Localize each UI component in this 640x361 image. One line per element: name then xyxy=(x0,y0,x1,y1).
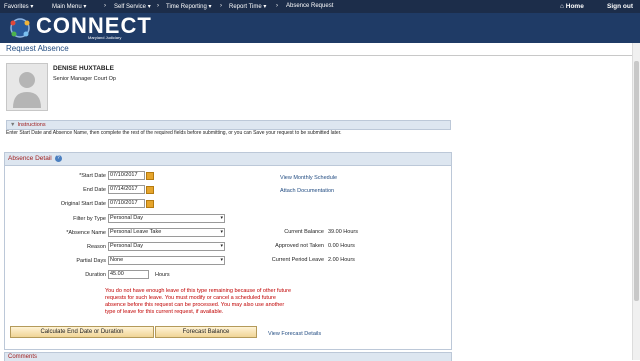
favorites-label: Favorites xyxy=(4,4,29,10)
start-date-input[interactable]: 07/10/2017 xyxy=(108,171,145,180)
header-banner: CONNECT Maryland Judiciary xyxy=(0,13,640,43)
self-service-label: Self Service xyxy=(114,4,147,10)
breadcrumb-separator-icon: › xyxy=(104,3,106,9)
top-navigation-bar: Favorites ▾ Main Menu ▾ › Self Service ▾… xyxy=(0,0,640,13)
instructions-text: Enter Start Date and Absence Name, then … xyxy=(6,130,342,136)
comments-title: Comments xyxy=(8,354,38,360)
current-balance-value: 39.00 Hours xyxy=(328,229,358,235)
filter-by-type-select[interactable]: Personal Day ▾ xyxy=(108,214,225,223)
partial-days-select[interactable]: None ▾ xyxy=(108,256,225,265)
partial-days-value: None xyxy=(110,257,124,263)
chevron-down-icon: ▾ xyxy=(263,4,267,10)
breadcrumb-separator-icon: › xyxy=(157,3,159,9)
report-time-menu[interactable]: Report Time ▾ xyxy=(229,3,266,10)
instructions-header[interactable]: ▼ Instructions xyxy=(6,120,451,130)
calculate-end-date-button[interactable]: Calculate End Date or Duration xyxy=(10,326,154,338)
main-menu[interactable]: Main Menu ▾ xyxy=(52,3,86,10)
avatar xyxy=(6,63,48,111)
chevron-down-icon: ▾ xyxy=(147,4,151,10)
sign-out-link[interactable]: Sign out xyxy=(607,3,633,10)
scrollbar[interactable] xyxy=(632,43,640,360)
view-monthly-schedule-link[interactable]: View Monthly Schedule xyxy=(280,175,337,181)
reason-value: Personal Day xyxy=(110,243,144,249)
attach-documentation-link[interactable]: Attach Documentation xyxy=(280,188,334,194)
current-balance-label: Current Balance xyxy=(284,229,324,235)
dropdown-arrow-icon: ▾ xyxy=(220,257,223,263)
end-date-label: End Date xyxy=(83,187,106,193)
dropdown-arrow-icon: ▾ xyxy=(220,243,223,249)
duration-input[interactable]: 45.00 xyxy=(108,270,149,279)
absence-request-breadcrumb[interactable]: Absence Request xyxy=(286,3,333,9)
view-forecast-details-link[interactable]: View Forecast Details xyxy=(268,331,321,337)
absence-name-label: *Absence Name xyxy=(66,230,106,236)
filter-by-type-value: Personal Day xyxy=(110,215,144,221)
end-date-input[interactable]: 07/14/2017 xyxy=(108,185,145,194)
self-service-menu[interactable]: Self Service ▾ xyxy=(114,3,151,10)
help-icon[interactable]: ? xyxy=(54,154,62,162)
logo-subtitle: Maryland Judiciary xyxy=(88,35,122,40)
absence-name-select[interactable]: Personal Leave Take ▾ xyxy=(108,228,225,237)
original-start-date-label: Original Start Date xyxy=(60,201,106,207)
insufficient-leave-warning: You do not have enough leave of this typ… xyxy=(105,288,292,315)
reason-label: Reason xyxy=(87,244,106,250)
calendar-icon[interactable] xyxy=(146,172,154,180)
dropdown-arrow-icon: ▾ xyxy=(220,215,223,221)
calendar-icon[interactable] xyxy=(146,200,154,208)
partial-days-label: Partial Days xyxy=(76,258,106,264)
absence-detail-title: Absence Detail xyxy=(8,155,52,162)
employee-role: Senior Manager Court Op xyxy=(53,76,116,82)
duration-label: Duration xyxy=(85,272,106,278)
main-menu-label: Main Menu xyxy=(52,4,82,10)
duration-unit: Hours xyxy=(155,272,170,278)
current-period-leave-value: 2.00 Hours xyxy=(328,257,355,263)
connect-logo-icon xyxy=(10,18,30,38)
forecast-balance-button[interactable]: Forecast Balance xyxy=(155,326,257,338)
favorites-menu[interactable]: Favorites ▾ xyxy=(4,3,33,10)
time-reporting-label: Time Reporting xyxy=(166,4,207,10)
chevron-down-icon: ▾ xyxy=(83,4,87,10)
home-link[interactable]: ⌂ Home xyxy=(560,3,584,10)
reason-select[interactable]: Personal Day ▾ xyxy=(108,242,225,251)
report-time-label: Report Time xyxy=(229,4,262,10)
time-reporting-menu[interactable]: Time Reporting ▾ xyxy=(166,3,211,10)
person-icon xyxy=(13,72,41,108)
calendar-icon[interactable] xyxy=(146,186,154,194)
divider xyxy=(0,55,636,56)
home-label: Home xyxy=(565,3,584,10)
instructions-title: Instructions xyxy=(17,122,46,128)
home-icon: ⌂ xyxy=(560,3,564,10)
chevron-down-icon: ▾ xyxy=(208,4,212,10)
page-title: Request Absence xyxy=(6,44,69,53)
start-date-label: *Start Date xyxy=(79,173,106,179)
filter-by-type-label: Filter by Type xyxy=(73,216,106,222)
breadcrumb-separator-icon: › xyxy=(220,3,222,9)
absence-name-value: Personal Leave Take xyxy=(110,229,162,235)
collapse-triangle-icon: ▼ xyxy=(10,122,16,128)
absence-detail-header: Absence Detail? xyxy=(5,153,451,166)
dropdown-arrow-icon: ▾ xyxy=(220,229,223,235)
original-start-date-input[interactable]: 07/10/2017 xyxy=(108,199,145,208)
approved-not-taken-value: 0.00 Hours xyxy=(328,243,355,249)
employee-name: DENISE HUXTABLE xyxy=(53,65,114,72)
approved-not-taken-label: Approved not Taken xyxy=(275,243,324,249)
absence-detail-panel: Absence Detail? xyxy=(4,152,452,350)
current-period-leave-label: Current Period Leave xyxy=(271,257,324,263)
scrollbar-thumb[interactable] xyxy=(634,61,639,301)
chevron-down-icon: ▾ xyxy=(30,4,34,10)
breadcrumb-separator-icon: › xyxy=(276,3,278,9)
